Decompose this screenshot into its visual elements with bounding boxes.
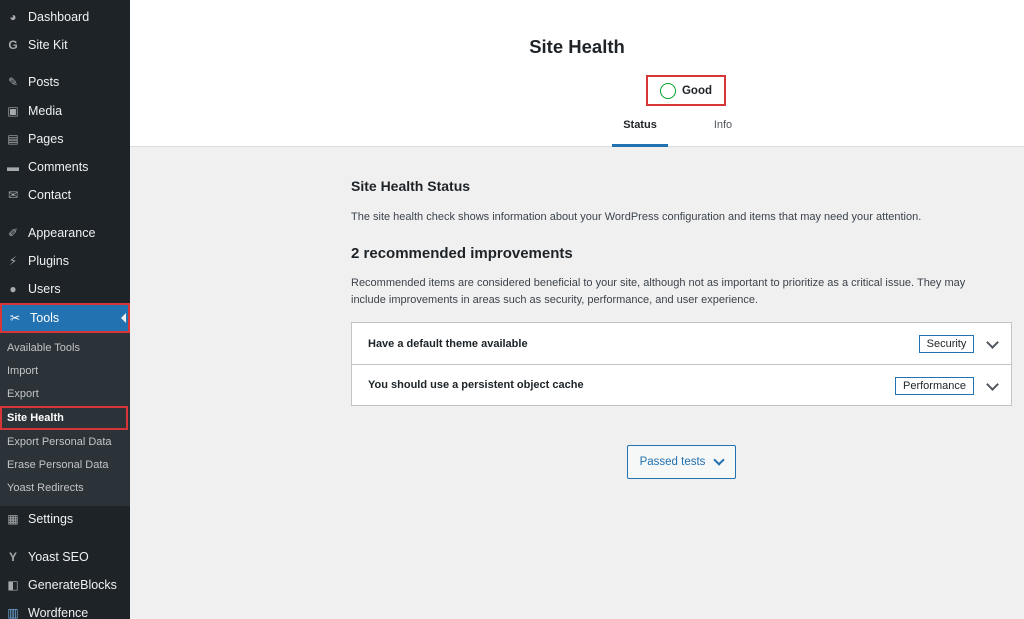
issue-title: Have a default theme available [368,337,528,350]
sidebar-item-label: Users [28,282,61,296]
sidebar-item-label: Wordfence [28,606,89,619]
page-title: Site Health [529,36,625,57]
plug-icon: ⚡ [8,254,18,268]
wordfence-icon: ▥ [7,606,19,619]
sidebar-item-label: Settings [28,512,74,526]
admin-sidebar: ◕ Dashboard G Site Kit ✎ Posts ▣ Media ▤ Page… [0,0,130,619]
dashboard-icon: ◕ [9,10,17,24]
settings-icon: ▦ [7,512,19,526]
sidebar-item-site-kit[interactable]: G Site Kit [0,31,130,59]
tab-info[interactable]: Info [704,119,742,147]
sidebar-item-label: Comments [28,160,89,174]
sidebar-item-tools[interactable]: ✂ Tools [0,303,130,333]
sidebar-item-comments[interactable]: ▬ Comments [0,153,130,181]
sidebar-item-media[interactable]: ▣ Media [0,97,130,125]
pages-icon: ▤ [7,132,19,146]
sidebar-item-plugins[interactable]: ⚡ Plugins [0,247,130,275]
sidebar-item-posts[interactable]: ✎ Posts [0,68,130,96]
sidebar-item-pages[interactable]: ▤ Pages [0,125,130,153]
active-menu-arrow [121,313,126,323]
submenu-item-yoast-redirects[interactable]: Yoast Redirects [0,477,130,499]
sidebar-item-label: Media [28,104,63,118]
envelope-icon: ✉ [7,188,19,202]
submenu-item-site-health[interactable]: Site Health [0,406,128,430]
sidebar-item-label: Pages [28,132,64,146]
passed-tests-button[interactable]: Passed tests [627,445,736,479]
sidebar-item-label: Contact [28,188,72,202]
section-title: Site Health Status [351,178,471,194]
issue-title: You should use a persistent object cache [368,379,584,391]
category-badge: Performance [895,377,974,395]
brush-icon: ✐ [7,226,19,240]
submenu-item-import[interactable]: Import [0,360,130,382]
comment-icon: ▬ [7,160,19,174]
user-icon: ● [9,282,17,296]
tools-submenu: Available Tools Import Export Site Healt… [0,333,130,506]
passed-tests-label: Passed tests [639,456,706,468]
issues-list: Have a default theme available Security … [351,322,1012,406]
sidebar-item-label: Dashboard [28,10,90,24]
issue-row[interactable]: You should use a persistent object cache… [352,364,1011,405]
wrench-icon: ✂ [9,311,21,325]
pushpin-icon: ✎ [7,75,19,89]
sidebar-item-label: GenerateBlocks [28,578,117,592]
submenu-item-export[interactable]: Export [0,383,130,405]
sidebar-item-appearance[interactable]: ✐ Appearance [0,219,130,247]
sidebar-item-label: Appearance [28,226,96,240]
tab-status[interactable]: Status [612,119,668,147]
submenu-item-export-personal-data[interactable]: Export Personal Data [0,431,130,453]
sidebar-item-generateblocks[interactable]: ◧ GenerateBlocks [0,571,130,599]
category-badge: Security [919,335,974,353]
sidebar-item-settings[interactable]: ▦ Settings [0,505,130,533]
sidebar-item-label: Tools [30,311,60,325]
sidebar-item-contact[interactable]: ✉ Contact [0,181,130,209]
section-description: The site health check shows information … [351,211,922,223]
chevron-down-icon[interactable] [986,336,999,349]
generateblocks-icon: ◧ [7,578,19,592]
submenu-item-available-tools[interactable]: Available Tools [0,337,130,359]
yoast-icon: Y [8,550,17,564]
sidebar-item-label: Plugins [28,254,69,268]
media-icon: ▣ [7,104,19,118]
sidebar-item-label: Site Kit [28,38,68,52]
sidebar-item-dashboard[interactable]: ◕ Dashboard [0,3,130,31]
status-ring-icon [659,82,676,99]
chevron-down-icon[interactable] [986,378,999,391]
sidebar-item-yoast-seo[interactable]: Y Yoast SEO [0,543,130,571]
chevron-down-icon [713,453,726,466]
sidebar-item-label: Posts [28,75,60,89]
improvements-title: 2 recommended improvements [351,245,573,262]
issue-row[interactable]: Have a default theme available Security [352,323,1011,364]
site-health-header: Site Health Good Status Info [130,0,1024,147]
site-health-status-section: Site Health Status The site health check… [351,170,1012,309]
health-status-indicator: Good [646,75,726,106]
submenu-item-erase-personal-data[interactable]: Erase Personal Data [0,454,130,476]
improvements-description: Recommended items are considered benefic… [351,277,966,306]
sidebar-item-label: Yoast SEO [28,550,89,564]
google-g-icon: G [8,38,18,52]
status-label: Good [681,84,713,97]
sidebar-item-wordfence[interactable]: ▥ Wordfence [0,599,130,619]
sidebar-item-users[interactable]: ● Users [0,275,130,303]
